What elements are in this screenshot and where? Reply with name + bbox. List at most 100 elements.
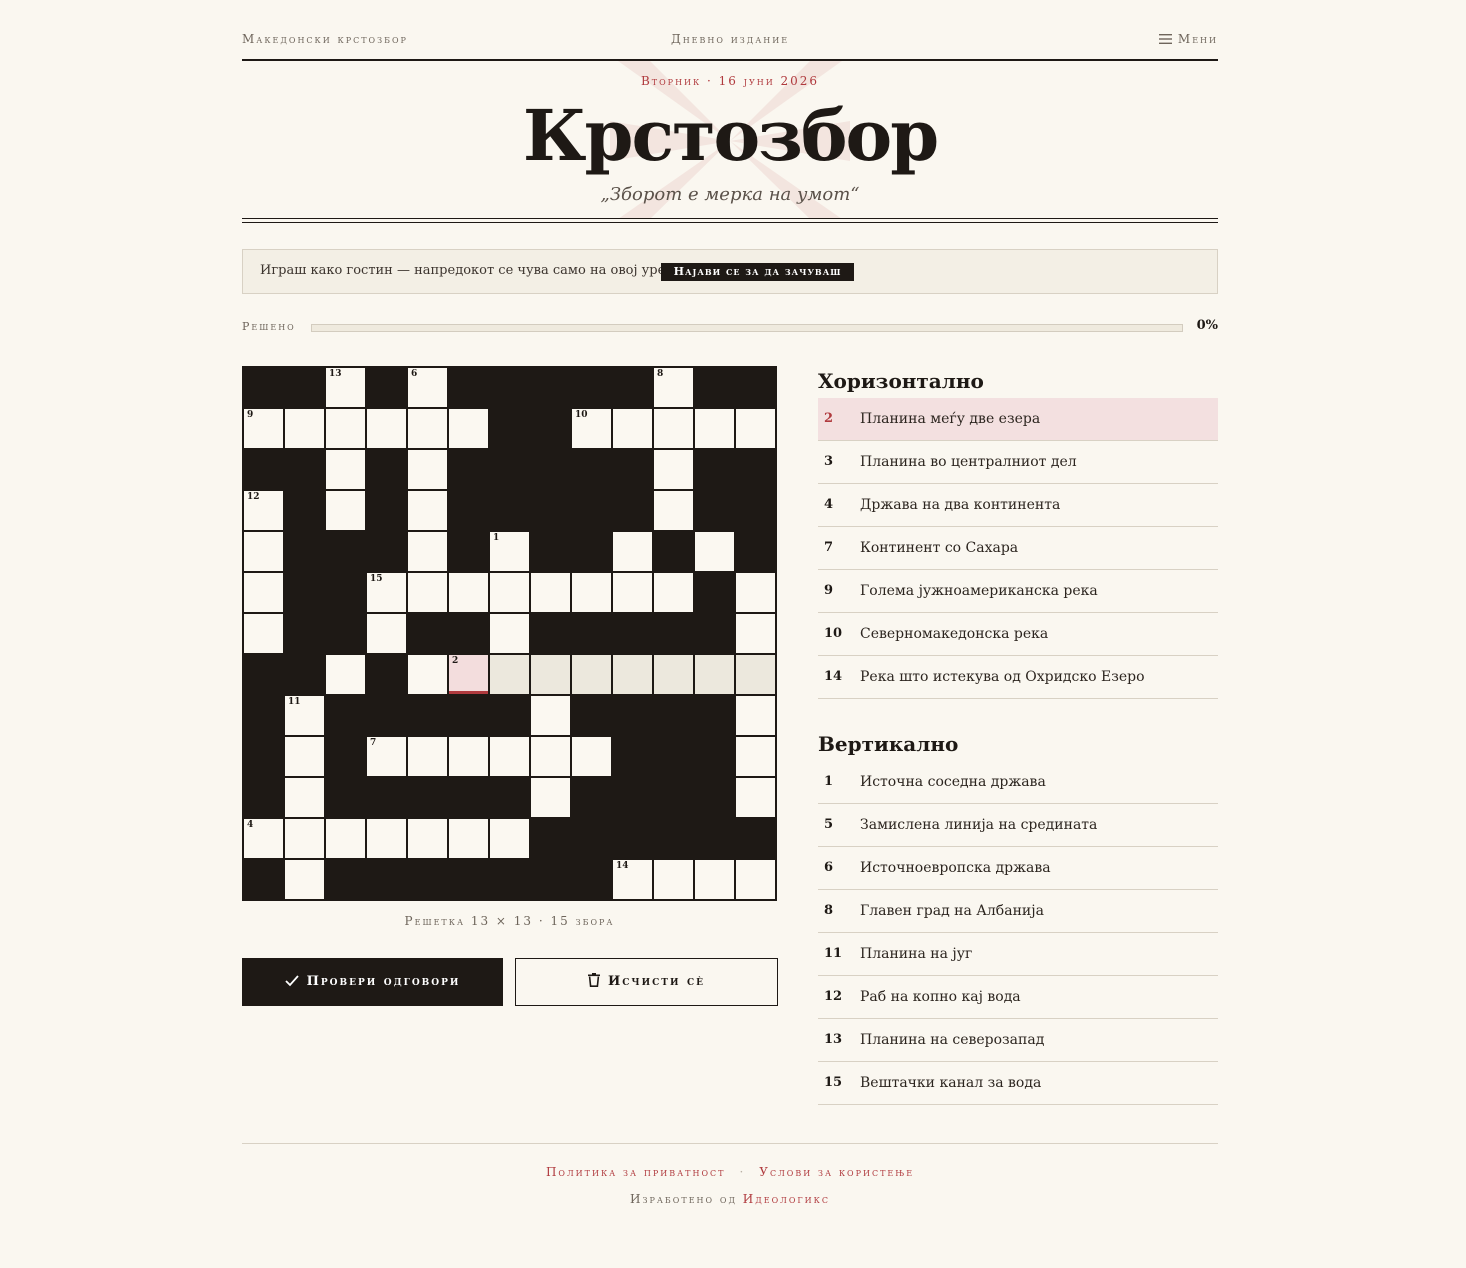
- down-clue-8[interactable]: 8 Главен град на Албанија: [818, 890, 1218, 933]
- grid-cell[interactable]: [490, 573, 529, 612]
- grid-cell[interactable]: [244, 614, 283, 653]
- across-clue-2[interactable]: 2 Планина меѓу две езера: [818, 398, 1218, 441]
- grid-cell[interactable]: [613, 573, 652, 612]
- grid-cell[interactable]: [367, 614, 406, 653]
- grid-cell[interactable]: [490, 737, 529, 776]
- across-clue-3[interactable]: 3 Планина во централниот дел: [818, 441, 1218, 484]
- grid-cell[interactable]: [695, 409, 734, 448]
- grid-cell[interactable]: [408, 450, 447, 489]
- grid-cell[interactable]: 15: [367, 573, 406, 612]
- grid-cell[interactable]: [613, 655, 652, 694]
- grid-cell[interactable]: [613, 409, 652, 448]
- grid-cell[interactable]: [285, 409, 324, 448]
- across-clue-10[interactable]: 10 Северномакедонска река: [818, 613, 1218, 656]
- grid-cell[interactable]: [326, 655, 365, 694]
- grid-cell[interactable]: 6: [408, 368, 447, 407]
- grid-cell[interactable]: [572, 655, 611, 694]
- grid-cell[interactable]: [654, 409, 693, 448]
- brand-link[interactable]: Идеологикс: [743, 1192, 830, 1206]
- grid-cell[interactable]: [408, 655, 447, 694]
- check-answers-button[interactable]: Провери одговори: [242, 958, 503, 1006]
- grid-cell[interactable]: [285, 819, 324, 858]
- down-clue-12[interactable]: 12 Раб на копно кај вода: [818, 976, 1218, 1019]
- grid-cell[interactable]: [449, 409, 488, 448]
- grid-cell[interactable]: [408, 532, 447, 571]
- grid-cell[interactable]: [285, 860, 324, 899]
- grid-cell[interactable]: [736, 778, 775, 817]
- grid-cell[interactable]: [531, 573, 570, 612]
- grid-cell[interactable]: 1: [490, 532, 529, 571]
- across-clue-4[interactable]: 4 Држава на два континента: [818, 484, 1218, 527]
- grid-cell[interactable]: [367, 409, 406, 448]
- grid-cell[interactable]: [736, 860, 775, 899]
- grid-cell[interactable]: [654, 450, 693, 489]
- grid-cell[interactable]: [736, 614, 775, 653]
- grid-cell[interactable]: 13: [326, 368, 365, 407]
- down-clue-11[interactable]: 11 Планина на југ: [818, 933, 1218, 976]
- grid-cell[interactable]: [613, 532, 652, 571]
- across-clue-9[interactable]: 9 Голема јужноамериканска река: [818, 570, 1218, 613]
- down-clue-1[interactable]: 1 Источна соседна држава: [818, 761, 1218, 804]
- cell-number: 12: [247, 492, 260, 502]
- grid-cell[interactable]: 7: [367, 737, 406, 776]
- grid-cell[interactable]: [408, 573, 447, 612]
- grid-cell[interactable]: [326, 409, 365, 448]
- grid-cell[interactable]: 14: [613, 860, 652, 899]
- grid-cell-active[interactable]: 2: [449, 655, 488, 694]
- grid-cell[interactable]: [244, 573, 283, 612]
- grid-cell[interactable]: [736, 409, 775, 448]
- down-clue-13[interactable]: 13 Планина на северозапад: [818, 1019, 1218, 1062]
- grid-cell[interactable]: [490, 614, 529, 653]
- grid-cell[interactable]: [654, 655, 693, 694]
- grid-cell[interactable]: [736, 655, 775, 694]
- grid-cell[interactable]: [695, 532, 734, 571]
- grid-cell[interactable]: [736, 696, 775, 735]
- grid-cell[interactable]: [736, 573, 775, 612]
- grid-cell[interactable]: [449, 737, 488, 776]
- grid-cell[interactable]: 10: [572, 409, 611, 448]
- grid-cell[interactable]: [531, 737, 570, 776]
- grid-cell[interactable]: [531, 778, 570, 817]
- grid-cell[interactable]: 4: [244, 819, 283, 858]
- grid-cell[interactable]: [531, 696, 570, 735]
- down-clue-5[interactable]: 5 Замислена линија на средината: [818, 804, 1218, 847]
- grid-cell[interactable]: [695, 655, 734, 694]
- grid-cell[interactable]: [572, 737, 611, 776]
- grid-cell[interactable]: [408, 491, 447, 530]
- clear-all-button[interactable]: Исчисти сѐ: [515, 958, 778, 1006]
- grid-cell[interactable]: [367, 819, 406, 858]
- grid-cell[interactable]: [326, 450, 365, 489]
- privacy-policy-link[interactable]: Политика за приватност: [546, 1165, 726, 1179]
- grid-cell[interactable]: [490, 655, 529, 694]
- menu-button[interactable]: Мени: [1158, 32, 1218, 46]
- grid-cell[interactable]: [408, 737, 447, 776]
- grid-cell[interactable]: [695, 860, 734, 899]
- grid-cell[interactable]: [449, 819, 488, 858]
- grid-cell[interactable]: 8: [654, 368, 693, 407]
- down-clue-15[interactable]: 15 Вештачки канал за вода: [818, 1062, 1218, 1105]
- grid-cell[interactable]: [654, 860, 693, 899]
- grid-cell[interactable]: [326, 819, 365, 858]
- grid-cell[interactable]: 12: [244, 491, 283, 530]
- grid-cell[interactable]: [244, 532, 283, 571]
- across-clue-7[interactable]: 7 Континент со Сахара: [818, 527, 1218, 570]
- grid-cell[interactable]: [285, 737, 324, 776]
- terms-of-use-link[interactable]: Услови за користење: [759, 1165, 914, 1179]
- grid-cell[interactable]: [654, 491, 693, 530]
- down-clue-6[interactable]: 6 Источноевропска држава: [818, 847, 1218, 890]
- grid-cell[interactable]: [531, 655, 570, 694]
- grid-cell[interactable]: [408, 819, 447, 858]
- footer-rule: [242, 1143, 1218, 1144]
- grid-cell[interactable]: [408, 409, 447, 448]
- grid-cell[interactable]: [285, 778, 324, 817]
- grid-cell[interactable]: 11: [285, 696, 324, 735]
- across-clue-14[interactable]: 14 Река што истекува од Охридско Езеро: [818, 656, 1218, 699]
- grid-cell[interactable]: [572, 573, 611, 612]
- grid-cell[interactable]: [326, 491, 365, 530]
- login-to-save-button[interactable]: Најави се за да зачуваш: [661, 263, 854, 281]
- grid-cell[interactable]: [654, 573, 693, 612]
- grid-cell[interactable]: [449, 573, 488, 612]
- grid-cell[interactable]: [490, 819, 529, 858]
- grid-cell[interactable]: 9: [244, 409, 283, 448]
- grid-cell[interactable]: [736, 737, 775, 776]
